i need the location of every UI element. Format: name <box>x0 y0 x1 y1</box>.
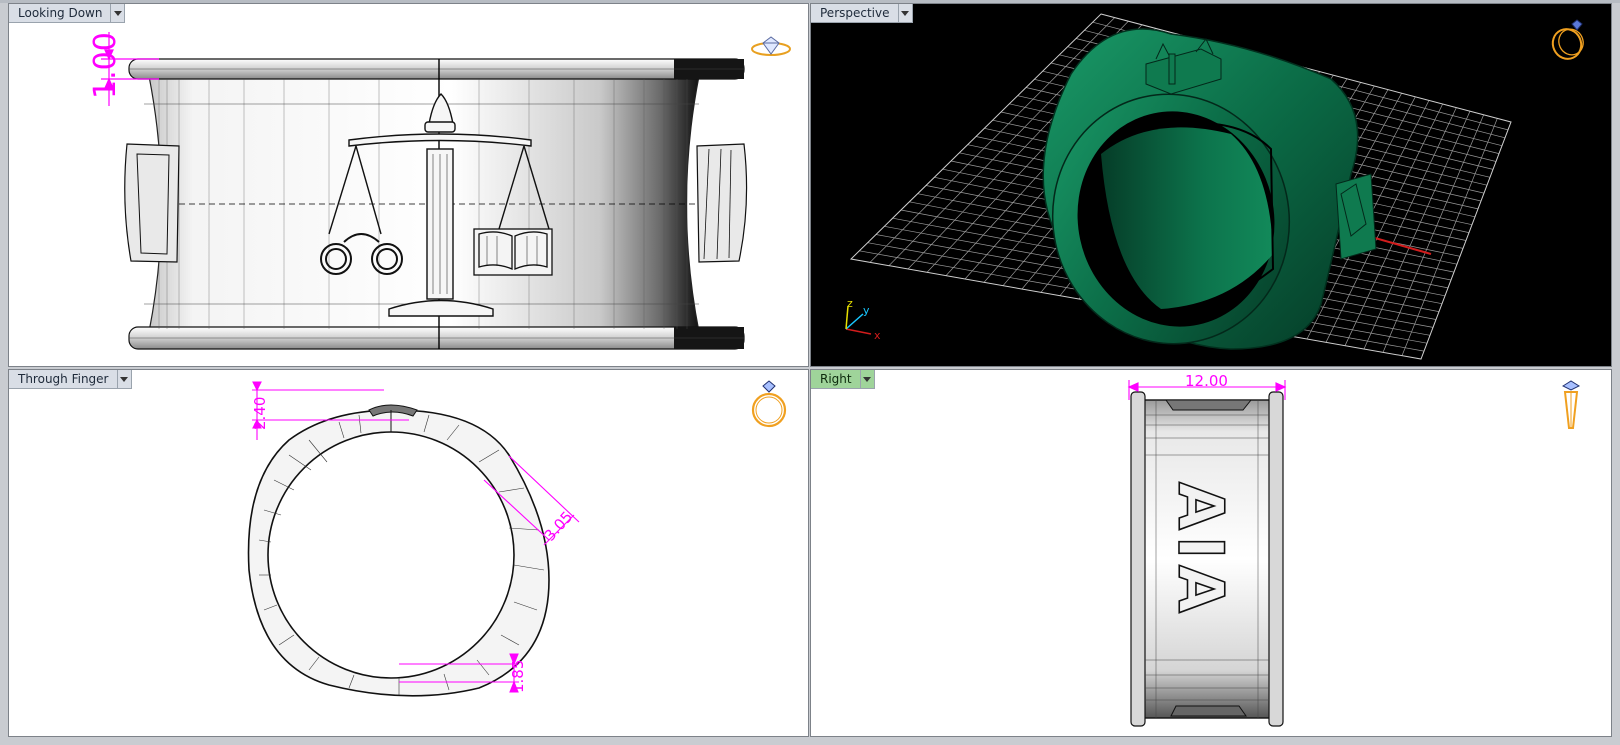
viewport-right[interactable]: Right AIA 12.00 <box>810 369 1612 737</box>
axis-x-label: x <box>874 329 881 342</box>
ring-side-icon[interactable] <box>1559 380 1583 434</box>
viewport-title[interactable]: Right <box>811 370 861 389</box>
dimension-bottom-label: 1.85 <box>509 660 527 693</box>
dimension-width-label: 12.00 <box>1185 372 1228 390</box>
perspective-scene: x y z <box>845 13 1512 360</box>
viewport-title[interactable]: Through Finger <box>9 370 118 389</box>
axis-z-label: z <box>847 297 853 310</box>
engraving-text: AIA <box>1164 482 1237 619</box>
viewport-perspective[interactable]: Perspective x y z <box>810 3 1612 367</box>
viewport-tab-right[interactable]: Right <box>811 370 875 389</box>
dropdown-arrow-icon[interactable] <box>117 370 132 389</box>
viewport-tab-looking-down[interactable]: Looking Down <box>9 4 126 23</box>
viewport-through-finger[interactable]: Through Finger 2.40 3.05 1.85 <box>8 369 809 737</box>
right-scene: AIA 12.00 <box>1127 372 1287 727</box>
dimension-side-label: 3.05 <box>541 508 577 545</box>
axis-y-label: y <box>863 304 870 317</box>
rhino-window: Looking Down 1.00 Perspective x y z Thro… <box>0 0 1620 745</box>
dimension-label: 1.00 <box>88 32 123 99</box>
dropdown-arrow-icon[interactable] <box>860 370 875 389</box>
viewport-title[interactable]: Perspective <box>811 4 899 23</box>
dropdown-arrow-icon[interactable] <box>898 4 913 23</box>
viewport-looking-down[interactable]: Looking Down 1.00 <box>8 3 809 367</box>
viewport-tab-perspective[interactable]: Perspective <box>811 4 913 23</box>
viewport-tab-through-finger[interactable]: Through Finger <box>9 370 132 389</box>
ring-perspective-icon[interactable] <box>1547 18 1591 62</box>
looking-down-scene: 1.00 <box>88 32 748 350</box>
viewport-title[interactable]: Looking Down <box>9 4 112 23</box>
dropdown-arrow-icon[interactable] <box>111 4 126 23</box>
ring-front-icon[interactable] <box>749 380 789 430</box>
dimension-top-label: 2.40 <box>251 397 269 430</box>
through-finger-scene: 2.40 3.05 1.85 <box>247 381 580 697</box>
ring-gem-icon[interactable] <box>749 34 793 60</box>
